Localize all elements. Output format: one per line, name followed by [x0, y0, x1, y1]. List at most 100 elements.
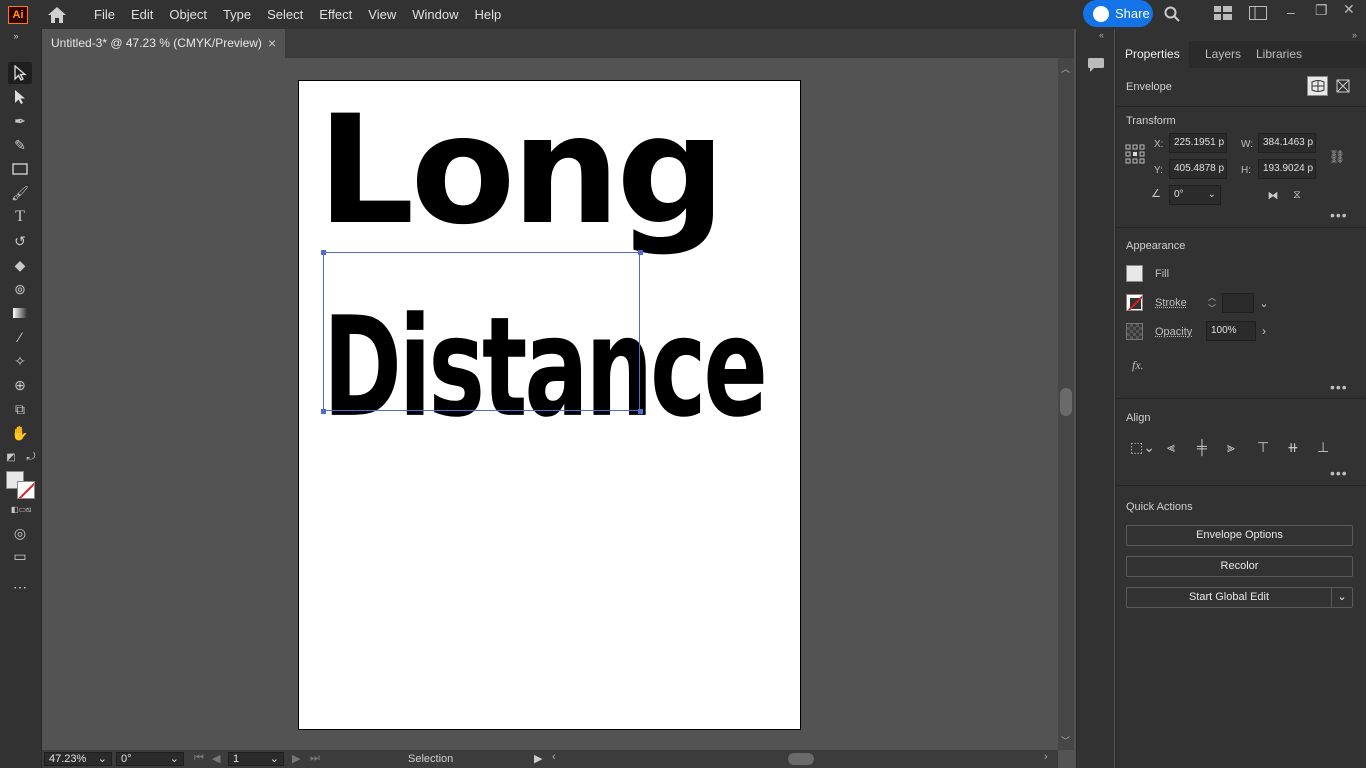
align-left-icon[interactable]: ⫷ [1167, 439, 1175, 456]
chevron-down-icon[interactable]: ﹀ [1208, 303, 1216, 314]
resize-handle[interactable] [638, 250, 643, 255]
status-menu-icon[interactable]: ▶ [534, 752, 542, 765]
flip-vertical-icon[interactable]: ⧖ [1288, 187, 1306, 203]
stroke-label[interactable]: Stroke [1155, 297, 1187, 309]
color-mode-icons[interactable]: ◧▭⧅ [6, 504, 36, 516]
canvas-area[interactable]: Long Distance [42, 58, 1058, 750]
align-top-icon[interactable]: ⊤ [1257, 439, 1269, 456]
zoom-field[interactable]: 47.23% ⌄ [44, 752, 112, 766]
next-artboard-icon[interactable]: ▶ [292, 752, 300, 765]
align-right-icon[interactable]: ⫸ [1227, 439, 1235, 456]
fill-color-swatch[interactable] [1126, 265, 1143, 282]
pen-tool-icon[interactable]: ✒ [8, 110, 32, 132]
envelope-options-button[interactable]: Envelope Options [1126, 525, 1353, 546]
artboard-number-field[interactable]: 1 ⌄ [228, 752, 284, 766]
angle-field[interactable]: 0° ⌄ [1169, 185, 1221, 205]
artboard-tool-icon[interactable]: ⧉ [8, 398, 32, 420]
tab-libraries[interactable]: Libraries [1247, 41, 1311, 68]
menu-edit[interactable]: Edit [123, 0, 161, 29]
chevron-down-icon[interactable]: ⌄ [1257, 293, 1271, 313]
resize-handle[interactable] [321, 250, 326, 255]
resize-handle[interactable] [321, 409, 326, 414]
scroll-up-icon[interactable]: ︿ [1061, 62, 1070, 75]
rotate-tool-icon[interactable]: ↺ [8, 230, 32, 252]
comments-icon[interactable] [1086, 56, 1106, 74]
menu-type[interactable]: Type [215, 0, 259, 29]
opacity-label[interactable]: Opacity [1155, 326, 1192, 338]
scroll-down-icon[interactable]: ﹀ [1061, 734, 1070, 747]
rotation-field[interactable]: 0° ⌄ [116, 752, 184, 766]
artwork-text-long[interactable]: Long [317, 91, 722, 251]
tab-properties[interactable]: Properties [1116, 41, 1189, 68]
blend-tool-icon[interactable]: ✧ [8, 350, 32, 372]
menu-help[interactable]: Help [466, 0, 509, 29]
menu-file[interactable]: File [86, 0, 123, 29]
collapse-toolbar-icon[interactable]: » [4, 29, 28, 43]
menu-effect[interactable]: Effect [311, 0, 360, 29]
document-tab[interactable]: Untitled-3* @ 47.23 % (CMYK/Preview) × [42, 29, 285, 58]
h-field[interactable]: 193.9024 p [1258, 159, 1316, 179]
chevron-up-icon[interactable]: ︿ [1208, 292, 1216, 303]
collapse-strip-icon[interactable]: « [1099, 30, 1104, 40]
width-tool-icon[interactable]: ⊚ [8, 278, 32, 300]
reference-point-icon[interactable] [1125, 144, 1145, 164]
recolor-button[interactable]: Recolor [1126, 556, 1353, 577]
screen-mode-icon[interactable]: ▭ [8, 545, 32, 567]
default-colors-icon[interactable]: ◩ [4, 450, 18, 464]
home-icon[interactable] [46, 5, 68, 25]
draw-mode-icon[interactable]: ◎ [8, 522, 32, 544]
rectangle-tool-icon[interactable] [8, 158, 32, 180]
eyedropper-tool-icon[interactable]: ⁄ [8, 326, 32, 348]
stroke-weight-field[interactable] [1222, 293, 1254, 313]
align-to-selection-icon[interactable]: ⬚⌄ [1130, 439, 1155, 456]
gradient-tool-icon[interactable] [8, 302, 32, 324]
more-transform-options-icon[interactable]: ••• [1330, 207, 1348, 223]
eraser-tool-icon[interactable]: ◆ [8, 254, 32, 276]
arrange-documents-icon[interactable] [1249, 6, 1267, 23]
close-window-icon[interactable]: ✕ [1343, 1, 1355, 18]
scroll-right-icon[interactable]: › [1044, 751, 1048, 763]
flip-horizontal-icon[interactable]: ⧓ [1264, 187, 1282, 203]
minimize-icon[interactable]: – [1287, 4, 1295, 20]
vertical-scrollbar[interactable]: ︿ ﹀ [1058, 58, 1074, 750]
chevron-right-icon[interactable]: › [1258, 321, 1270, 341]
w-field[interactable]: 384.1463 p [1258, 133, 1316, 153]
y-field[interactable]: 405.4878 p [1169, 159, 1227, 179]
curvature-tool-icon[interactable]: ✎ [8, 134, 32, 156]
type-tool-icon[interactable]: T [8, 206, 32, 228]
more-tools-icon[interactable]: ⋯ [8, 576, 32, 598]
menu-select[interactable]: Select [259, 0, 311, 29]
paintbrush-tool-icon[interactable]: 🖌 [8, 182, 32, 204]
expand-panel-icon[interactable]: » [1352, 30, 1357, 40]
edit-contents-icon[interactable] [1332, 76, 1353, 96]
close-tab-icon[interactable]: × [268, 29, 276, 58]
more-appearance-options-icon[interactable]: ••• [1330, 379, 1348, 395]
vertical-scroll-thumb[interactable] [1060, 388, 1072, 416]
chevron-down-icon[interactable]: ⌄ [1331, 588, 1352, 607]
artboard[interactable]: Long Distance [298, 80, 801, 730]
chevron-down-icon[interactable]: ⌄ [270, 753, 279, 765]
workspace-icon[interactable] [1214, 6, 1232, 23]
menu-window[interactable]: Window [404, 0, 466, 29]
effects-fx-icon[interactable]: fx. [1132, 358, 1144, 373]
start-global-edit-button[interactable]: Start Global Edit ⌄ [1126, 587, 1353, 608]
more-align-options-icon[interactable]: ••• [1330, 465, 1348, 481]
selection-bounding-box[interactable] [323, 252, 640, 411]
constrain-proportions-icon[interactable]: ⛓ [1326, 147, 1348, 167]
align-horizontal-center-icon[interactable]: ╪ [1197, 439, 1207, 455]
stroke-weight-stepper[interactable]: ︿ ﹀ [1206, 293, 1218, 313]
first-artboard-icon[interactable]: ⏮ [194, 752, 204, 765]
scroll-left-icon[interactable]: ‹ [552, 751, 556, 763]
stroke-swatch[interactable] [17, 481, 35, 499]
chevron-down-icon[interactable]: ⌄ [98, 753, 107, 765]
shape-builder-tool-icon[interactable]: ⊕ [8, 374, 32, 396]
swap-colors-icon[interactable]: ⤾ [24, 450, 38, 464]
edit-envelope-icon[interactable] [1307, 76, 1328, 96]
hand-tool-icon[interactable]: ✋ [8, 422, 32, 444]
menu-view[interactable]: View [360, 0, 404, 29]
restore-icon[interactable]: ❐ [1315, 2, 1328, 19]
stroke-color-swatch[interactable] [1126, 294, 1143, 311]
opacity-field[interactable]: 100% [1206, 321, 1256, 341]
tab-layers[interactable]: Layers [1196, 41, 1250, 68]
prev-artboard-icon[interactable]: ◀ [212, 752, 220, 765]
